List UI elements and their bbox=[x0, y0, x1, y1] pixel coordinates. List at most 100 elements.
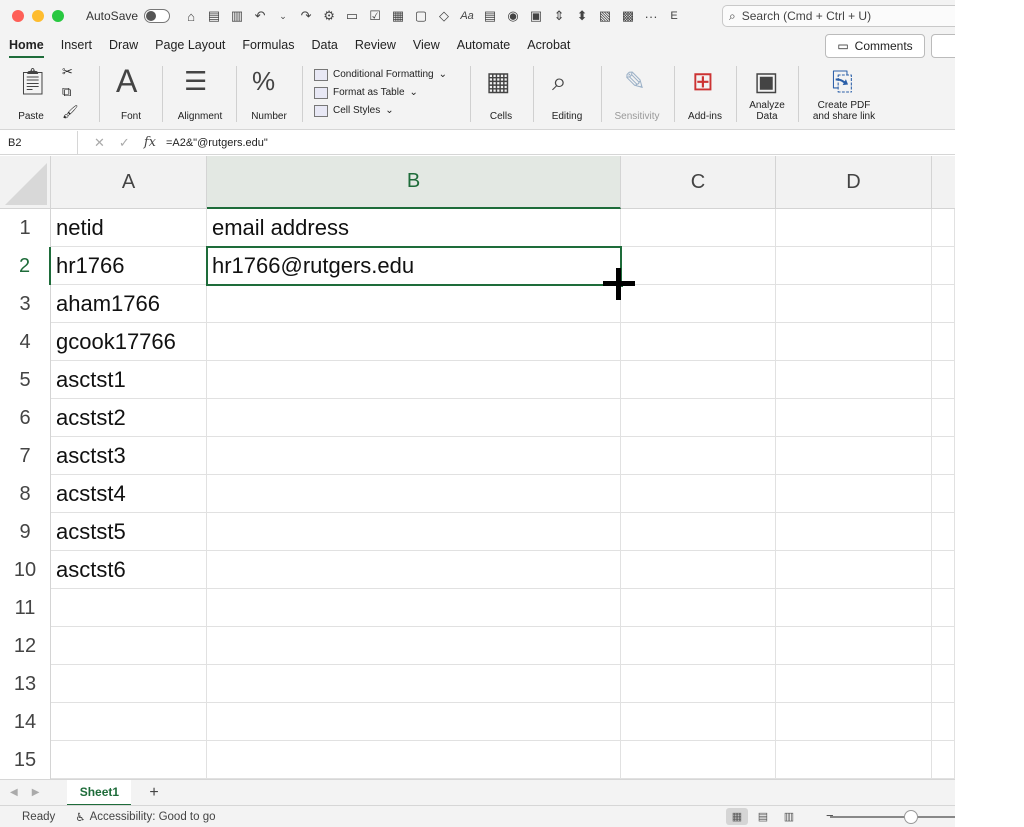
insert-function-icon[interactable]: fx bbox=[144, 135, 156, 151]
row-header[interactable]: 3 bbox=[0, 285, 51, 323]
cell-b[interactable] bbox=[207, 475, 621, 513]
cell-d[interactable] bbox=[776, 627, 932, 665]
cell-e[interactable] bbox=[932, 703, 955, 741]
cell-d[interactable] bbox=[776, 285, 932, 323]
cell-e[interactable] bbox=[932, 513, 955, 551]
cell-d[interactable] bbox=[776, 665, 932, 703]
cell-c[interactable] bbox=[621, 323, 776, 361]
row-header[interactable]: 12 bbox=[0, 627, 51, 665]
add-sheet-button[interactable]: + bbox=[149, 784, 158, 802]
formula-input[interactable]: =A2&"@rutgers.edu" bbox=[166, 137, 268, 149]
tab-acrobat[interactable]: Acrobat bbox=[527, 32, 570, 58]
cell-b[interactable] bbox=[207, 323, 621, 361]
row-header[interactable]: 2 bbox=[0, 247, 51, 285]
confirm-icon[interactable]: ✓ bbox=[119, 135, 130, 151]
cell-a[interactable]: hr1766 bbox=[51, 247, 207, 285]
page-layout-view-icon[interactable]: ▤ bbox=[752, 808, 774, 825]
cell-d[interactable] bbox=[776, 247, 932, 285]
camera-icon[interactable]: ▣ bbox=[529, 8, 543, 24]
cell-e[interactable] bbox=[932, 665, 955, 703]
cell-a[interactable] bbox=[51, 627, 207, 665]
row-header[interactable]: 8 bbox=[0, 475, 51, 513]
copy-icon[interactable]: ⧉ bbox=[62, 84, 71, 100]
previous-sheet-icon[interactable]: ◀ bbox=[10, 787, 18, 798]
accessibility-status[interactable]: ♿︎ Accessibility: Good to go bbox=[75, 810, 215, 824]
tab-automate[interactable]: Automate bbox=[457, 32, 511, 58]
rectangle-icon[interactable]: ▭ bbox=[345, 8, 359, 24]
row-header[interactable]: 14 bbox=[0, 703, 51, 741]
cell-a[interactable]: asctst1 bbox=[51, 361, 207, 399]
normal-view-icon[interactable]: ▦ bbox=[726, 808, 748, 825]
tab-review[interactable]: Review bbox=[355, 32, 396, 58]
minimize-window-button[interactable] bbox=[32, 10, 44, 22]
format-as-table-button[interactable]: Format as Table ⌄ bbox=[314, 84, 447, 102]
checkbox-icon[interactable]: ☑ bbox=[368, 8, 382, 24]
page-break-view-icon[interactable]: ▥ bbox=[778, 808, 800, 825]
cell-c[interactable] bbox=[621, 551, 776, 589]
tab-draw[interactable]: Draw bbox=[109, 32, 138, 58]
gallery-icon[interactable]: ▩ bbox=[621, 8, 635, 24]
cell-e[interactable] bbox=[932, 361, 955, 399]
cell-b[interactable] bbox=[207, 399, 621, 437]
cell-e[interactable] bbox=[932, 475, 955, 513]
cell-c[interactable] bbox=[621, 475, 776, 513]
zoom-slider[interactable] bbox=[830, 816, 955, 818]
scroll-icon[interactable]: ⇕ bbox=[552, 8, 566, 24]
select-all-corner[interactable] bbox=[0, 156, 51, 209]
home-icon[interactable]: ⌂ bbox=[184, 9, 198, 24]
row-header[interactable]: 4 bbox=[0, 323, 51, 361]
picture-icon[interactable]: ▢ bbox=[414, 8, 428, 24]
cell-e[interactable] bbox=[932, 247, 955, 285]
cell-e[interactable] bbox=[932, 589, 955, 627]
cell-a[interactable]: netid bbox=[51, 209, 207, 247]
cell-a[interactable]: asctst3 bbox=[51, 437, 207, 475]
cell-c[interactable] bbox=[621, 589, 776, 627]
cell-b[interactable] bbox=[207, 589, 621, 627]
zoom-slider-knob[interactable] bbox=[904, 810, 918, 824]
cell-c[interactable] bbox=[621, 741, 776, 779]
tab-formulas[interactable]: Formulas bbox=[242, 32, 294, 58]
worksheet-grid[interactable]: A B C D 1 netid email address 2 hr1766 hr1766… bbox=[0, 156, 955, 779]
cell-e[interactable] bbox=[932, 627, 955, 665]
row-header[interactable]: 15 bbox=[0, 741, 51, 779]
row-header[interactable]: 10 bbox=[0, 551, 51, 589]
cell-d[interactable] bbox=[776, 551, 932, 589]
cell-e[interactable] bbox=[932, 741, 955, 779]
share-button[interactable] bbox=[931, 34, 955, 58]
row-header[interactable]: 5 bbox=[0, 361, 51, 399]
row-header[interactable]: 11 bbox=[0, 589, 51, 627]
editing-button[interactable]: ⌕ Editing bbox=[540, 62, 594, 126]
radio-icon[interactable]: ◉ bbox=[506, 8, 520, 24]
cell-e[interactable] bbox=[932, 551, 955, 589]
cell-c[interactable] bbox=[621, 627, 776, 665]
add-ins-button[interactable]: ⊞ Add-ins bbox=[680, 62, 730, 126]
more-icon[interactable]: ··· bbox=[644, 9, 658, 24]
cell-e[interactable] bbox=[932, 285, 955, 323]
cell-c[interactable] bbox=[621, 437, 776, 475]
cell-d[interactable] bbox=[776, 209, 932, 247]
column-header-c[interactable]: C bbox=[621, 156, 776, 209]
cell-b[interactable]: email address bbox=[207, 209, 621, 247]
cell-b[interactable] bbox=[207, 665, 621, 703]
row-header[interactable]: 9 bbox=[0, 513, 51, 551]
shapes-icon[interactable]: ◇ bbox=[437, 8, 451, 24]
cell-e[interactable] bbox=[932, 437, 955, 475]
alignment-button[interactable]: ☰ Alignment bbox=[170, 62, 230, 126]
cell-c[interactable] bbox=[621, 665, 776, 703]
cell-c[interactable] bbox=[621, 285, 776, 323]
tab-page-layout[interactable]: Page Layout bbox=[155, 32, 225, 58]
row-header[interactable]: 6 bbox=[0, 399, 51, 437]
tab-view[interactable]: View bbox=[413, 32, 440, 58]
cell-d[interactable] bbox=[776, 513, 932, 551]
cell-d[interactable] bbox=[776, 741, 932, 779]
cell-a[interactable]: acstst2 bbox=[51, 399, 207, 437]
cell-d[interactable] bbox=[776, 399, 932, 437]
cell-c[interactable] bbox=[621, 399, 776, 437]
tab-home[interactable]: Home bbox=[9, 32, 44, 58]
font-button[interactable]: A Font bbox=[106, 62, 156, 126]
cell-d[interactable] bbox=[776, 437, 932, 475]
cell-a[interactable]: gcook17766 bbox=[51, 323, 207, 361]
cancel-icon[interactable]: ✕ bbox=[94, 135, 105, 151]
settings-icon[interactable]: ⚙ bbox=[322, 8, 336, 24]
row-header[interactable]: 7 bbox=[0, 437, 51, 475]
